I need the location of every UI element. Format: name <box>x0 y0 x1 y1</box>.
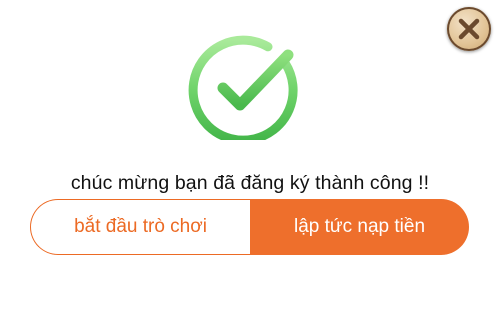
check-circle-icon <box>185 30 315 145</box>
close-button[interactable] <box>447 7 491 51</box>
top-up-button[interactable]: lập tức nạp tiền <box>250 199 469 255</box>
close-icon <box>458 18 480 40</box>
success-message: chúc mừng bạn đã đăng ký thành công !! <box>70 172 430 194</box>
top-up-label: lập tức nạp tiền <box>293 216 426 237</box>
action-buttons: bắt đầu trò chơi lập tức nạp tiền <box>30 199 469 255</box>
start-game-label: bắt đầu trò chơi <box>74 216 207 237</box>
start-game-button[interactable]: bắt đầu trò chơi <box>30 199 250 255</box>
